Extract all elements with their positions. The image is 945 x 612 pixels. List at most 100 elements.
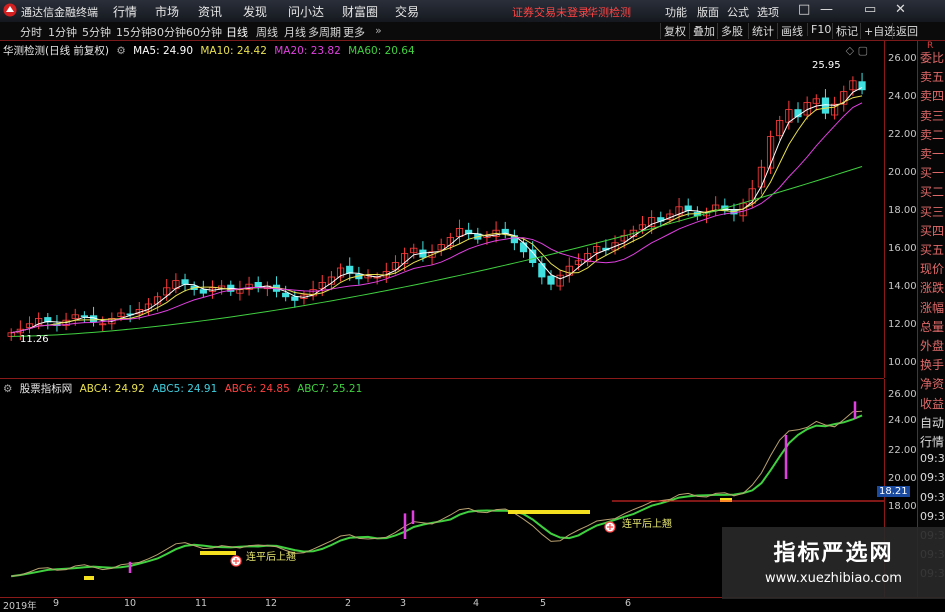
- toolbar-right-5[interactable]: F10: [807, 23, 834, 36]
- toolbar-right-4[interactable]: 画线: [777, 23, 806, 39]
- watermark-url: www.xuezhibiao.com: [765, 571, 902, 586]
- period-tab-3[interactable]: 15分钟: [116, 24, 152, 40]
- side-label[interactable]: 委比: [920, 49, 944, 66]
- menu-item-5[interactable]: 财富圈: [342, 3, 378, 20]
- toolbar-right-6[interactable]: 标记: [832, 23, 861, 39]
- side-label[interactable]: 09:30: [920, 471, 945, 484]
- candlestick-chart[interactable]: [0, 41, 884, 378]
- date-tick: 9: [53, 598, 60, 609]
- side-label[interactable]: 外盘: [920, 337, 944, 354]
- side-label[interactable]: 收益: [920, 395, 944, 412]
- side-label[interactable]: 自动: [920, 414, 944, 431]
- candle-body: [80, 315, 88, 318]
- close-icon[interactable]: ✕: [895, 2, 906, 17]
- candle-body: [199, 289, 207, 294]
- app-title: 通达信金融终端: [21, 6, 98, 19]
- main-chart-pane[interactable]: 华测检测(日线 前复权) ⚙ MA5: 24.90 MA10: 24.42 MA…: [0, 41, 884, 379]
- period-tab-4[interactable]: 30分钟: [150, 24, 186, 40]
- price-tick: 16.00: [888, 243, 917, 254]
- menu-item-2[interactable]: 资讯: [198, 3, 222, 20]
- side-label[interactable]: 买二: [920, 183, 944, 200]
- quote-side-panel[interactable]: R 委比 卖五 卖四 卖三 卖二 卖一 买一 买二 买三 买四 买五 现价 涨跌 涨幅 总量 外盘 换手 净资 收益…: [917, 41, 945, 597]
- price-tick: 14.00: [888, 281, 917, 292]
- side-label[interactable]: 换手: [920, 356, 944, 373]
- menu-item-1[interactable]: 市场: [155, 3, 179, 20]
- side-label[interactable]: 卖二: [920, 126, 944, 143]
- menu-right-item-2[interactable]: 公式: [727, 4, 749, 20]
- price-low-label: 11.26: [20, 334, 49, 345]
- candle-body: [181, 279, 189, 285]
- toolbar-right-8[interactable]: 返回: [892, 23, 921, 39]
- toolbar-right-1[interactable]: 叠加: [689, 23, 718, 39]
- period-tab-6[interactable]: 日线: [226, 24, 248, 40]
- side-label[interactable]: 净资: [920, 375, 944, 392]
- period-tab-7[interactable]: 周线: [256, 24, 278, 40]
- date-tick: 4: [473, 598, 480, 609]
- date-tick: 10: [124, 598, 137, 609]
- date-tick: 5: [540, 598, 547, 609]
- side-label[interactable]: 09:30: [920, 510, 945, 523]
- period-tab-8[interactable]: 月线: [284, 24, 306, 40]
- menubar: 通达信金融终端 行情 市场 资讯 发现 问小达 财富圈 交易 证券交易未登录 华测检测 功能…: [0, 0, 945, 23]
- period-tab-0[interactable]: 分时: [20, 24, 42, 40]
- side-label[interactable]: 卖一: [920, 145, 944, 162]
- current-stock-name[interactable]: 华测检测: [587, 4, 631, 20]
- toolbar-right-3[interactable]: 统计: [748, 23, 777, 39]
- side-label[interactable]: 买四: [920, 222, 944, 239]
- side-label[interactable]: 09:30: [920, 452, 945, 465]
- period-tab-9[interactable]: 多周期: [308, 24, 341, 40]
- side-label[interactable]: 09:30: [920, 491, 945, 504]
- toolbar-right-0[interactable]: 复权: [660, 23, 689, 39]
- side-label[interactable]: 买三: [920, 203, 944, 220]
- indicator-tick: 26.00: [888, 389, 917, 400]
- side-label[interactable]: 卖四: [920, 87, 944, 104]
- price-tick: 24.00: [888, 91, 917, 102]
- menu-right-item-3[interactable]: 选项: [757, 4, 779, 20]
- date-tick: 12: [265, 598, 278, 609]
- menu-item-4[interactable]: 问小达: [288, 3, 324, 20]
- period-tab-1[interactable]: 1分钟: [48, 24, 77, 40]
- side-label[interactable]: 涨跌: [920, 279, 944, 296]
- menu-right-item-0[interactable]: 功能: [665, 4, 687, 20]
- side-label[interactable]: 总量: [920, 318, 944, 335]
- date-tick: 11: [195, 598, 208, 609]
- price-tick: 10.00: [888, 357, 917, 368]
- minimize-icon[interactable]: —: [820, 2, 833, 17]
- candle-body: [684, 205, 692, 211]
- side-label[interactable]: 涨幅: [920, 299, 944, 316]
- side-label[interactable]: 买一: [920, 164, 944, 181]
- date-tick: 2019年: [3, 601, 37, 612]
- login-notice[interactable]: 证券交易未登录: [512, 4, 589, 20]
- candle-body: [282, 292, 290, 298]
- period-tab-2[interactable]: 5分钟: [82, 24, 111, 40]
- period-tab-10[interactable]: 更多: [343, 24, 365, 40]
- candle-body: [519, 242, 528, 253]
- menu-right-item-1[interactable]: 版面: [697, 4, 719, 20]
- indicator-tick: 18.00: [888, 501, 917, 512]
- toolbar-right-2[interactable]: 多股: [717, 23, 746, 39]
- ma5-line: [11, 86, 863, 334]
- maximize-icon[interactable]: ▭: [864, 2, 876, 17]
- restore-icon[interactable]: □: [798, 2, 810, 17]
- side-label[interactable]: 卖三: [920, 107, 944, 124]
- menu-item-6[interactable]: 交易: [395, 3, 419, 20]
- indicator-tick: 22.00: [888, 445, 917, 456]
- more-arrow-icon[interactable]: »: [375, 24, 382, 37]
- main-price-axis: 26.00 24.00 22.00 20.00 18.00 16.00 14.00 12.00…: [884, 41, 917, 378]
- menu-item-3[interactable]: 发现: [243, 3, 267, 20]
- candle-body: [538, 263, 546, 278]
- period-tab-5[interactable]: 60分钟: [186, 24, 222, 40]
- side-label[interactable]: 卖五: [920, 68, 944, 85]
- candle-body: [291, 296, 299, 301]
- watermark-title: 指标严选网: [773, 541, 894, 566]
- candle-body: [547, 275, 555, 285]
- side-label[interactable]: 买五: [920, 241, 944, 258]
- watermark-overlay: 指标严选网 www.xuezhibiao.com: [722, 527, 945, 599]
- side-label[interactable]: 现价: [920, 260, 944, 277]
- indicator-tick: 18.21: [877, 486, 910, 497]
- indicator-tick: 20.00: [888, 473, 917, 484]
- side-label[interactable]: 行情: [920, 433, 944, 450]
- indicator-tick: 24.00: [888, 415, 917, 426]
- menu-item-0[interactable]: 行情: [113, 3, 137, 20]
- price-tick: 20.00: [888, 167, 917, 178]
